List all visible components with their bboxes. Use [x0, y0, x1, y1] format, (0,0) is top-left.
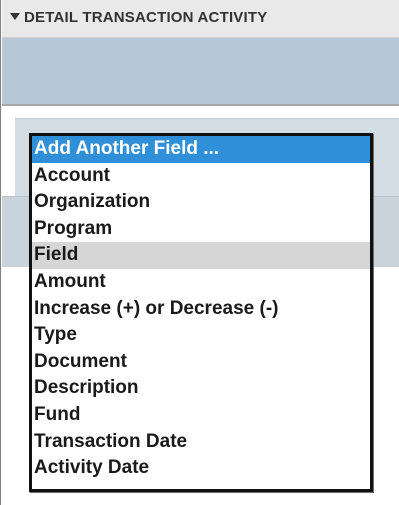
collapse-triangle-icon[interactable] — [10, 13, 20, 20]
option-type[interactable]: Type — [32, 322, 370, 349]
option-program[interactable]: Program — [32, 216, 370, 243]
section-title: DETAIL TRANSACTION ACTIVITY — [24, 9, 268, 26]
option-document[interactable]: Document — [32, 349, 370, 376]
filter-band — [2, 38, 399, 104]
add-field-dropdown-list[interactable]: Add Another Field ... Account Organizati… — [29, 133, 373, 492]
option-description[interactable]: Description — [32, 375, 370, 402]
option-activity-date[interactable]: Activity Date — [32, 455, 370, 482]
option-fund[interactable]: Fund — [32, 402, 370, 429]
option-amount[interactable]: Amount — [32, 269, 370, 296]
option-increase-decrease[interactable]: Increase (+) or Decrease (-) — [32, 296, 370, 323]
option-add-another-field[interactable]: Add Another Field ... — [32, 136, 370, 163]
option-organization[interactable]: Organization — [32, 189, 370, 216]
spacer — [2, 106, 399, 118]
option-field[interactable]: Field — [32, 242, 370, 269]
page-frame: DETAIL TRANSACTION ACTIVITY Add Another … — [0, 0, 399, 505]
section-header[interactable]: DETAIL TRANSACTION ACTIVITY — [2, 0, 399, 38]
option-account[interactable]: Account — [32, 163, 370, 190]
option-transaction-date[interactable]: Transaction Date — [32, 429, 370, 456]
